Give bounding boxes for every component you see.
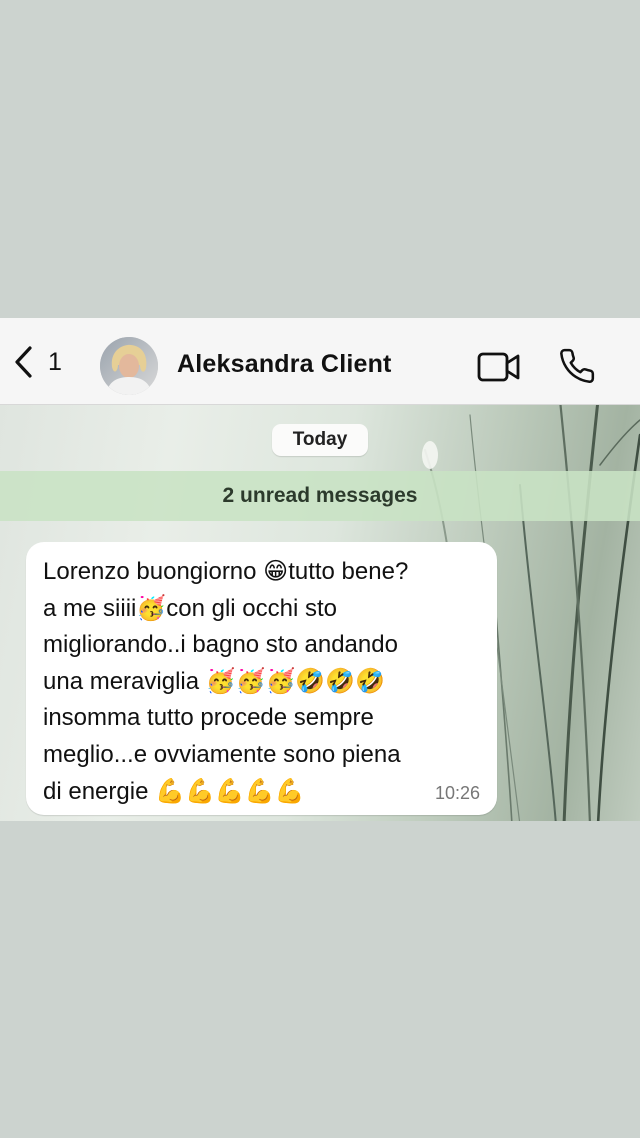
video-camera-icon xyxy=(477,352,520,382)
incoming-message-bubble[interactable]: Lorenzo buongiorno 😁tutto bene? a me sii… xyxy=(26,542,497,815)
page-background xyxy=(0,821,640,1138)
chevron-left-icon xyxy=(15,346,32,378)
voice-call-button[interactable] xyxy=(558,347,596,385)
message-timestamp: 10:26 xyxy=(434,783,480,803)
unread-count: 1 xyxy=(48,347,62,376)
contact-avatar[interactable] xyxy=(100,337,158,395)
contact-name[interactable]: Aleksandra Client xyxy=(177,350,392,379)
chat-header: 1 Aleksandra Client xyxy=(0,318,640,405)
unread-messages-banner: 2 unread messages xyxy=(0,471,640,521)
message-text: Lorenzo buongiorno 😁tutto bene? a me sii… xyxy=(43,558,409,805)
phone-icon xyxy=(560,348,595,383)
video-call-button[interactable] xyxy=(476,350,522,384)
date-separator: Today xyxy=(272,424,368,456)
back-button[interactable]: 1 xyxy=(12,344,72,380)
chat-area[interactable]: Today 2 unread messages Lorenzo buongior… xyxy=(0,405,640,821)
